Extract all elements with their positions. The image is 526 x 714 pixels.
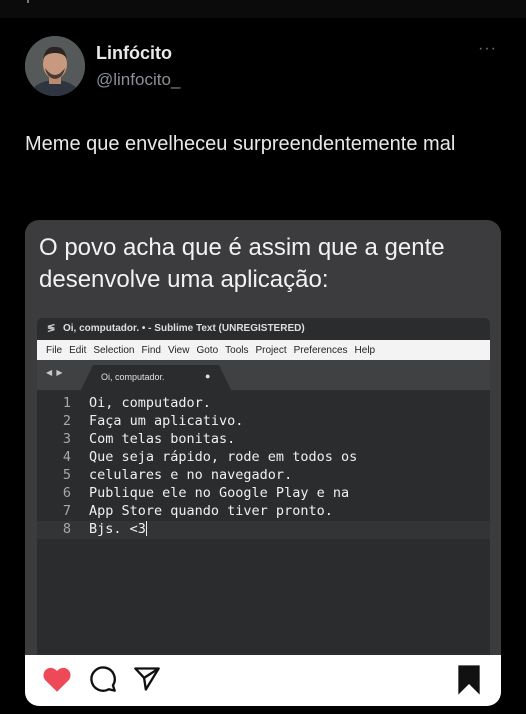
sublime-icon: ≶ bbox=[47, 323, 56, 334]
menu-bar: File Edit Selection Find View Goto Tools… bbox=[37, 340, 490, 360]
post-text: Meme que envelheceu surpreendentemente m… bbox=[25, 133, 456, 155]
line-text: celulares e no navegador. bbox=[89, 467, 293, 483]
author-name[interactable]: Linfócito bbox=[96, 43, 172, 64]
line-text-with-cursor: Bjs. <3 bbox=[89, 521, 147, 537]
line-number: 4 bbox=[62, 449, 71, 465]
send-icon bbox=[134, 667, 160, 691]
menu-edit: Edit bbox=[69, 344, 87, 356]
menu-selection: Selection bbox=[93, 344, 135, 356]
window-title: Oi, computador. • - Sublime Text (UNREGI… bbox=[63, 323, 305, 334]
line-number: 8 bbox=[62, 521, 71, 537]
like-button[interactable] bbox=[41, 665, 73, 693]
avatar-image bbox=[25, 36, 85, 96]
line-text: Com telas bonitas. bbox=[89, 431, 236, 447]
code-line: 3 Com telas bonitas. bbox=[37, 431, 490, 449]
sublime-window: ≶ Oi, computador. • - Sublime Text (UNRE… bbox=[37, 318, 490, 674]
top-indicator bbox=[27, 0, 29, 3]
line-number: 5 bbox=[62, 467, 71, 483]
editor-tab: Oi, computador. ● bbox=[81, 365, 231, 390]
text-cursor bbox=[145, 521, 147, 536]
window-titlebar: ≶ Oi, computador. • - Sublime Text (UNRE… bbox=[37, 318, 490, 340]
author-handle[interactable]: @linfocito_ bbox=[96, 70, 180, 90]
line-text: Oi, computador. bbox=[89, 395, 211, 411]
code-line: 2 Faça um aplicativo. bbox=[37, 413, 490, 431]
comment-button[interactable] bbox=[89, 665, 117, 693]
menu-find: Find bbox=[141, 344, 161, 356]
top-bar bbox=[0, 0, 526, 18]
tab-label: Oi, computador. bbox=[101, 372, 165, 382]
menu-view: View bbox=[167, 344, 190, 356]
line-number: 3 bbox=[62, 431, 71, 447]
line-text: Que seja rápido, rode em todos os bbox=[89, 449, 358, 465]
code-line-active: 8 Bjs. <3 bbox=[37, 521, 490, 539]
line-text: Faça um aplicativo. bbox=[89, 413, 244, 429]
line-number: 2 bbox=[62, 413, 71, 429]
menu-file: File bbox=[46, 344, 63, 356]
action-bar bbox=[25, 655, 501, 706]
menu-project: Project bbox=[255, 344, 287, 356]
heart-icon bbox=[43, 667, 71, 692]
share-button[interactable] bbox=[133, 665, 161, 693]
avatar[interactable] bbox=[25, 36, 85, 96]
comment-icon bbox=[90, 666, 116, 692]
menu-goto: Goto bbox=[196, 344, 219, 356]
code-editor: 1 Oi, computador. 2 Faça um aplicativo. … bbox=[37, 390, 490, 674]
code-line: 5 celulares e no navegador. bbox=[37, 467, 490, 485]
tab-bar: ◀ ▶ Oi, computador. ● bbox=[37, 360, 490, 390]
code-line: 1 Oi, computador. bbox=[37, 395, 490, 413]
menu-help: Help bbox=[354, 344, 376, 356]
meme-caption: O povo acha que é assim que a gente dese… bbox=[39, 234, 445, 293]
line-number: 1 bbox=[62, 395, 71, 411]
line-text: Publique ele no Google Play e na bbox=[89, 485, 350, 501]
code-line: 4 Que seja rápido, rode em todos os bbox=[37, 449, 490, 467]
line-number: 6 bbox=[62, 485, 71, 501]
code-line: 7 App Store quando tiver pronto. bbox=[37, 503, 490, 521]
code-line: 6 Publique ele no Google Play e na bbox=[37, 485, 490, 503]
line-text: App Store quando tiver pronto. bbox=[89, 503, 333, 519]
bookmark-icon bbox=[458, 665, 480, 695]
line-number: 7 bbox=[62, 503, 71, 519]
meme-image: O povo acha que é assim que a gente dese… bbox=[25, 220, 501, 706]
save-button[interactable] bbox=[455, 664, 483, 696]
tab-arrows-icon: ◀ ▶ bbox=[46, 368, 64, 377]
menu-tools: Tools bbox=[225, 344, 249, 356]
line-text: Bjs. <3 bbox=[89, 521, 146, 537]
more-options-button[interactable]: ··· bbox=[478, 40, 497, 58]
menu-preferences: Preferences bbox=[293, 344, 348, 356]
unsaved-dot-icon: ● bbox=[205, 371, 211, 381]
